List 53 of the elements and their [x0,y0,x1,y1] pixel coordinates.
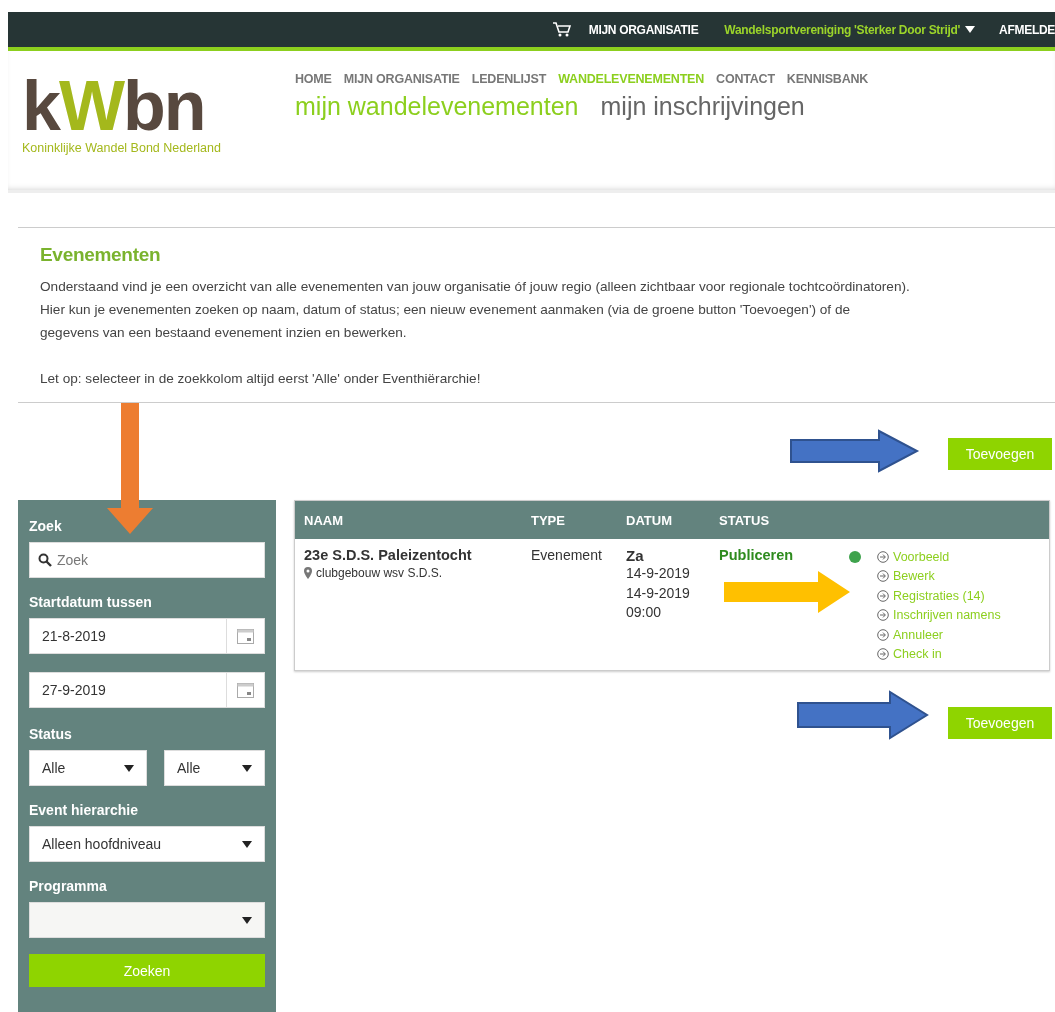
account-link[interactable]: MIJN ORGANISATIE [588,22,699,37]
event-date: 09:00 [626,603,663,622]
intro-text: Onderstaand vind je een overzicht van alle evenementen van jouw organisatie óf jouw regio (alleen zichtbaar voor regionale tochtcoördinatoren). Hier kun je evenementen zoeken op naam, datum of status; een nieuw evenement aanmaken (via de groene button 'Toevoegen') of de gegevens van een bestaand evenement inzien en bewerken. [40,278,910,342]
column-header: TYPE [531,512,566,528]
column-header: DATUM [626,512,673,528]
status-dropdown[interactable]: Alle [164,750,265,786]
calendar-icon[interactable] [237,628,254,644]
event-date: 14-9-2019 [626,583,691,603]
nav-link[interactable]: KENNISBANK [786,72,869,86]
calendar-icon[interactable] [237,682,254,698]
nav-link[interactable]: HOME [295,72,332,86]
event-location: clubgebouw wsv S.D.S. [316,566,443,580]
field-label: Event hierarchie [29,802,139,818]
arrow-circle-icon [877,628,889,641]
intro-text: Let op: selecteer in de zoekkolom altijd eerst 'Alle' onder Eventhiërarchie! [40,370,482,388]
section-heading: Evenementen [40,244,162,266]
field-label: Status [29,726,73,742]
column-header: NAAM [304,512,344,528]
event-day: Za [626,547,719,564]
nav-link[interactable]: LEDENLIJST [471,72,547,86]
status-dropdown[interactable]: Alle [29,750,147,786]
event-status: Publiceren [719,547,795,563]
caret-icon [124,764,134,772]
event-type: Evenement [531,547,603,563]
date-field[interactable]: 27-9-2019 [29,672,265,708]
field-label: Programma [29,878,108,894]
field-label: Startdatum tussen [29,594,153,610]
logo-letter[interactable]: k [22,73,59,139]
caret-icon [242,764,252,772]
hierarchy-dropdown[interactable]: Alleen hoofdniveau [29,826,265,862]
nav-link[interactable]: MIJN ORGANISATIE [343,72,460,86]
search-field[interactable]: Zoek [29,542,265,578]
field-label: Zoek [29,518,63,534]
arrow-circle-icon [877,550,889,563]
arrow-circle-icon [877,589,889,602]
cart-icon[interactable] [552,22,571,37]
caret-icon [242,916,252,924]
location-pin-icon [304,567,312,579]
search-icon [38,553,52,567]
logout-link[interactable]: AFMELDE [999,22,1055,37]
arrow-circle-icon [877,609,889,622]
organization-dropdown[interactable]: Wandelsportvereniging 'Sterker Door Strijd' [724,22,976,37]
column-header: STATUS [719,512,771,528]
caret-icon [965,26,976,33]
date-field[interactable]: 21-8-2019 [29,618,265,654]
arrow-circle-icon [877,648,889,661]
event-date: 14-9-2019 [626,564,691,583]
event-name: 23e S.D.S. Paleizentocht [304,547,473,563]
arrow-circle-icon [877,570,889,583]
logo-tagline: Koninklijke Wandel Bond Nederland [22,141,222,155]
nav-link[interactable]: CONTACT [716,72,775,86]
subnav-tab[interactable]: mijn inschrijvingen [600,92,805,121]
caret-icon [242,840,252,848]
